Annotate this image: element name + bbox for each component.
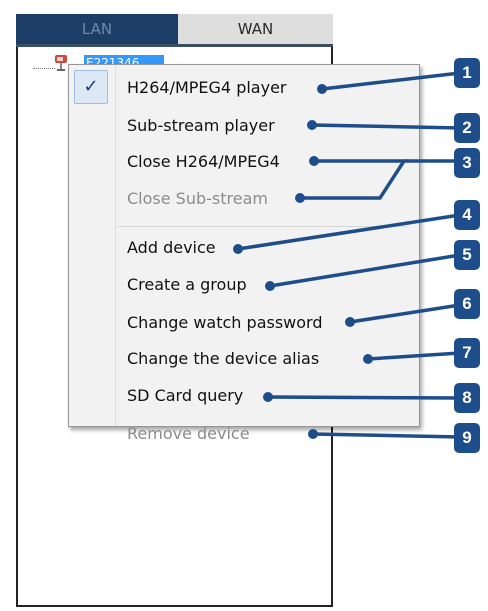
callout-badge-7: 7 xyxy=(454,338,480,368)
callout-badge-5: 5 xyxy=(454,240,480,270)
callout-badge-4: 4 xyxy=(454,200,480,230)
callout-badge-2: 2 xyxy=(454,113,480,143)
callout-badge-6: 6 xyxy=(454,289,480,319)
callout-badge-1: 1 xyxy=(454,58,480,88)
callout-badge-8: 8 xyxy=(454,383,480,413)
callout-badge-9: 9 xyxy=(454,423,480,453)
callout-badge-3: 3 xyxy=(454,148,480,178)
callout-lines xyxy=(233,71,461,439)
